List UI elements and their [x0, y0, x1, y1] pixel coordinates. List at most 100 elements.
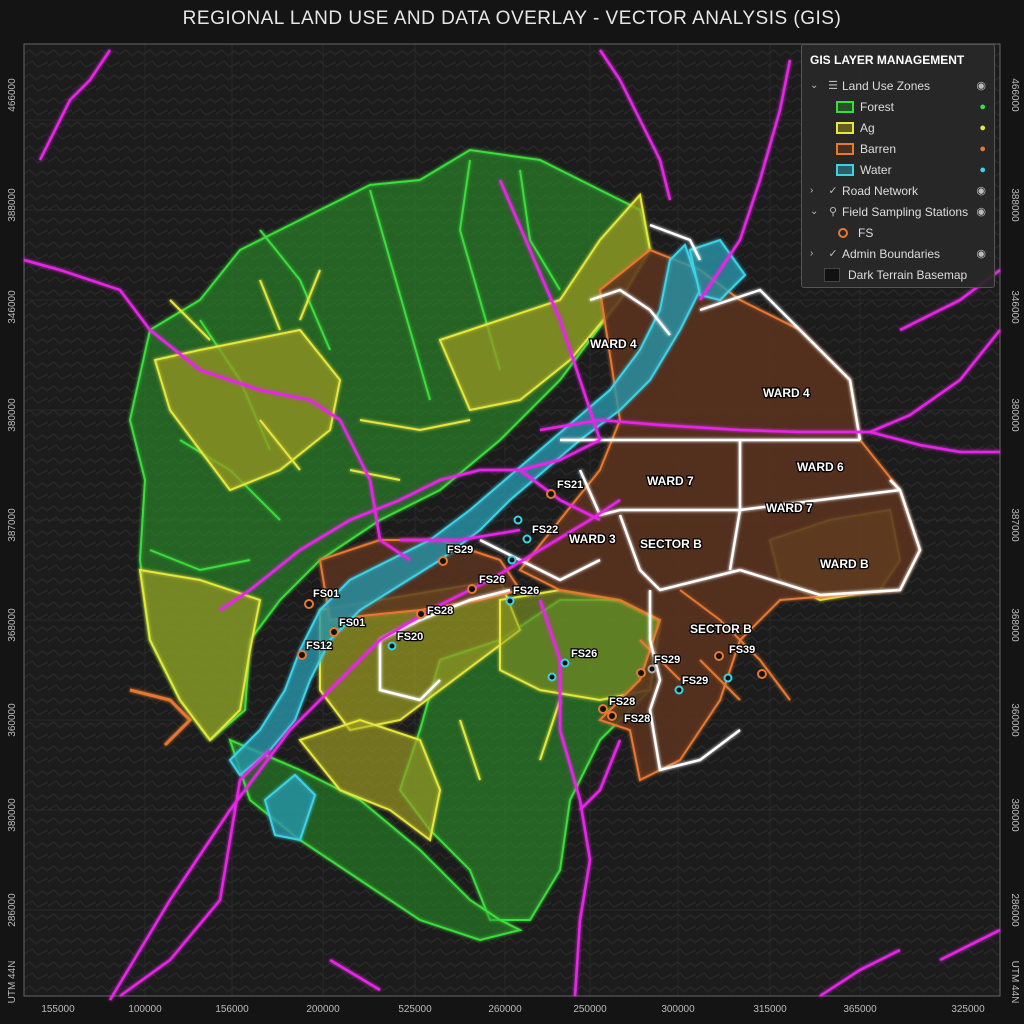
label-ward3: WARD 3 [569, 532, 616, 546]
eye-icon[interactable]: ◉ [970, 247, 986, 260]
svg-text:250000: 250000 [573, 1004, 607, 1015]
layer-label: Dark Terrain Basemap [848, 267, 968, 282]
label-sectorb1: SECTOR B [640, 537, 702, 551]
svg-text:155000: 155000 [41, 1004, 75, 1015]
legend-label: Water [860, 162, 892, 177]
svg-text:FS28: FS28 [624, 713, 650, 725]
layer-label: Land Use Zones [842, 78, 931, 93]
svg-text:286000: 286000 [1009, 893, 1020, 927]
label-wardb: WARD B [820, 557, 869, 571]
label-ward4a: WARD 4 [590, 337, 637, 351]
svg-text:UTM 44N: UTM 44N [1009, 961, 1020, 1004]
legend-label: Barren [860, 141, 897, 156]
svg-text:100000: 100000 [128, 1004, 162, 1015]
map-title: REGIONAL LAND USE AND DATA OVERLAY - VEC… [182, 8, 842, 29]
svg-text:368000: 368000 [7, 608, 18, 642]
svg-text:FS22: FS22 [532, 524, 558, 536]
legend-barren[interactable]: Barren ● [810, 138, 986, 159]
water-swatch [836, 163, 854, 176]
layers-icon: ☰ [828, 80, 838, 92]
eye-icon[interactable]: ◉ [970, 205, 986, 218]
label-ward7b: WARD 7 [766, 501, 813, 515]
svg-text:346000: 346000 [7, 290, 18, 324]
svg-text:FS20: FS20 [397, 631, 423, 643]
legend-label: FS [858, 225, 874, 240]
svg-text:525000: 525000 [398, 1004, 432, 1015]
droplet-icon[interactable]: ● [970, 143, 986, 155]
svg-text:380000: 380000 [1009, 398, 1020, 432]
svg-text:FS28: FS28 [427, 605, 453, 617]
svg-text:FS29: FS29 [682, 675, 708, 687]
legend-forest[interactable]: Forest ● [810, 96, 986, 117]
svg-text:315000: 315000 [753, 1004, 787, 1015]
svg-text:300000: 300000 [661, 1004, 695, 1015]
layer-land-use-zones[interactable]: ⌄ ☰ Land Use Zones ◉ [810, 75, 986, 96]
label-sectorb2: SECTOR B [690, 622, 752, 636]
svg-text:380000: 380000 [1009, 798, 1020, 832]
svg-text:286000: 286000 [7, 893, 18, 927]
svg-text:FS26: FS26 [513, 585, 539, 597]
svg-text:FS26: FS26 [479, 574, 505, 586]
svg-text:200000: 200000 [306, 1004, 340, 1015]
chevron-right-icon[interactable]: › [810, 185, 824, 196]
svg-text:387000: 387000 [7, 508, 18, 542]
svg-text:387000: 387000 [1009, 508, 1020, 542]
svg-text:360000: 360000 [1009, 703, 1020, 737]
svg-text:FS01: FS01 [313, 588, 339, 600]
label-ward4b: WARD 4 [763, 386, 810, 400]
legend-label: Ag [860, 120, 875, 135]
svg-text:325000: 325000 [951, 1004, 985, 1015]
checkmark-icon[interactable]: ✓ [824, 247, 842, 260]
panel-title: GIS LAYER MANAGEMENT [810, 53, 965, 67]
svg-text:156000: 156000 [215, 1004, 249, 1015]
barren-swatch [836, 142, 854, 155]
svg-text:346000: 346000 [1009, 290, 1020, 324]
basemap-swatch [824, 267, 840, 282]
station-symbol-icon [838, 227, 848, 238]
svg-text:FS28: FS28 [609, 696, 635, 708]
svg-text:FS39: FS39 [729, 644, 755, 656]
layer-admin-boundaries[interactable]: › ✓ Admin Boundaries ◉ [810, 243, 986, 264]
layer-dark-terrain-basemap[interactable]: Dark Terrain Basemap [810, 264, 986, 285]
chevron-down-icon[interactable]: ⌄ [810, 80, 824, 91]
droplet-icon[interactable]: ● [970, 164, 986, 176]
layer-label: Field Sampling Stations [842, 204, 969, 219]
svg-text:466000: 466000 [1009, 78, 1020, 112]
svg-text:UTM 44N: UTM 44N [7, 961, 18, 1004]
svg-text:FS29: FS29 [447, 544, 473, 556]
eye-icon[interactable]: ◉ [970, 184, 986, 197]
label-ward6: WARD 6 [797, 460, 844, 474]
legend-fs[interactable]: FS [810, 222, 986, 243]
checkmark-icon[interactable]: ✓ [824, 184, 842, 197]
label-ward7a: WARD 7 [647, 474, 694, 488]
chevron-down-icon[interactable]: ⌄ [810, 206, 824, 217]
legend-water[interactable]: Water ● [810, 159, 986, 180]
svg-text:388000: 388000 [7, 188, 18, 222]
layer-label: Road Network [842, 183, 919, 198]
svg-text:388000: 388000 [1009, 188, 1020, 222]
map-pin-icon: ⚲ [828, 206, 838, 218]
svg-text:FS12: FS12 [306, 640, 332, 652]
gis-layer-panel[interactable]: GIS LAYER MANAGEMENT ⌄ ☰ Land Use Zones … [801, 44, 995, 288]
svg-text:FS26: FS26 [571, 648, 597, 660]
svg-text:365000: 365000 [843, 1004, 877, 1015]
svg-text:368000: 368000 [1009, 608, 1020, 642]
legend-label: Forest [860, 99, 895, 114]
eye-icon[interactable]: ◉ [970, 79, 986, 92]
svg-text:380000: 380000 [7, 798, 18, 832]
legend-ag[interactable]: Ag ● [810, 117, 986, 138]
droplet-icon[interactable]: ● [970, 101, 986, 113]
svg-text:360000: 360000 [7, 703, 18, 737]
svg-text:FS21: FS21 [557, 479, 583, 491]
svg-text:260000: 260000 [488, 1004, 522, 1015]
layer-field-sampling-stations[interactable]: ⌄ ⚲ Field Sampling Stations ◉ [810, 201, 986, 222]
chevron-right-icon[interactable]: › [810, 248, 824, 259]
layer-road-network[interactable]: › ✓ Road Network ◉ [810, 180, 986, 201]
layer-label: Admin Boundaries [842, 246, 941, 261]
svg-text:466000: 466000 [7, 78, 18, 112]
svg-text:FS29: FS29 [654, 654, 680, 666]
droplet-icon[interactable]: ● [970, 122, 986, 134]
svg-text:380000: 380000 [7, 398, 18, 432]
svg-text:FS01: FS01 [339, 617, 365, 629]
ag-swatch [836, 121, 854, 134]
